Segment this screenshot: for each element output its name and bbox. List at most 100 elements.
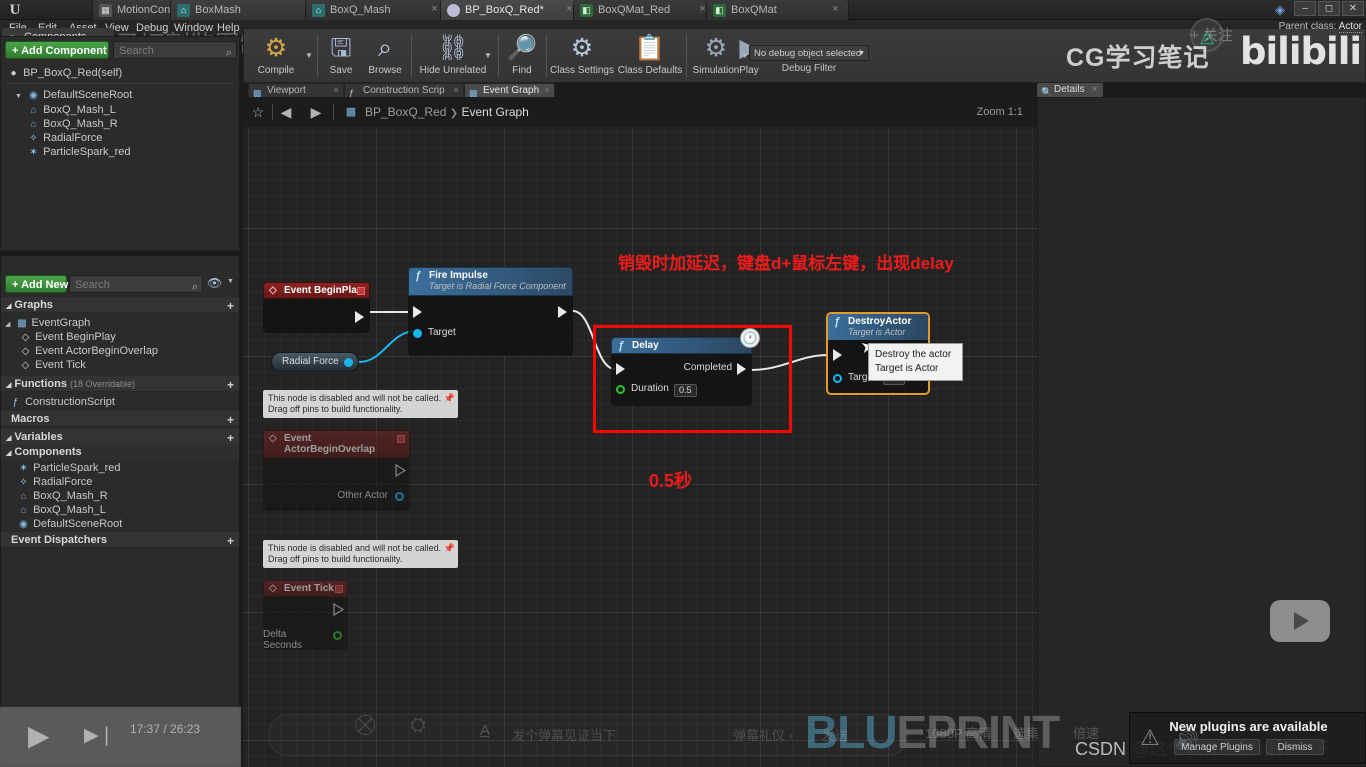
duration-input-pin[interactable] <box>616 385 625 394</box>
class-settings-button[interactable]: ⚙ Class Settings <box>549 31 615 82</box>
graph-item-event-tick[interactable]: ◇ Event Tick <box>19 358 86 372</box>
delta-seconds-output-pin[interactable] <box>333 631 342 640</box>
node-fire-impulse-header[interactable]: ƒ Fire Impulse Target is Radial Force Co… <box>408 267 573 296</box>
target-input-pin[interactable] <box>833 374 842 383</box>
node-event-actorbeginoverlap-header[interactable]: ◇ Event ActorBeginOverlap <box>263 430 410 458</box>
bookmark-icon[interactable]: ☆ <box>247 101 269 123</box>
component-item-particlespark-red[interactable]: ✶ ParticleSpark_red <box>27 145 130 159</box>
maximize-button[interactable]: ◻ <box>1318 1 1340 16</box>
section-functions[interactable]: ◢ Functions (18 Overridable) + <box>1 376 239 392</box>
node-event-tick[interactable]: ◇ Event Tick Delta Seconds <box>263 580 348 651</box>
add-component-button[interactable]: + Add Component <box>5 41 109 59</box>
class-defaults-button[interactable]: 📋 Class Defaults <box>616 31 684 82</box>
node-delay-header[interactable]: ƒ Delay <box>611 337 752 354</box>
visibility-eye-icon[interactable]: 👁 <box>207 276 222 290</box>
graph-item-eventgraph[interactable]: ◢ ▩ EventGraph <box>5 316 90 330</box>
section-event-dispatchers[interactable]: Event Dispatchers + <box>1 532 239 548</box>
event-delegate-pin[interactable] <box>335 585 343 593</box>
save-button[interactable]: 🖫 Save <box>320 31 362 82</box>
nav-forward-button[interactable]: ▶ <box>305 101 327 123</box>
exec-input-pin[interactable] <box>616 363 625 375</box>
player-quality-button[interactable]: 1080P 高清 <box>925 723 992 742</box>
pin-note-icon[interactable]: 📌 <box>444 393 455 404</box>
hide-unrelated-chevron-icon[interactable]: ▼ <box>484 51 492 60</box>
node-event-actorbeginoverlap[interactable]: ◇ Event ActorBeginOverlap Other Actor <box>263 430 410 511</box>
window-tab-4[interactable]: ◧ BoxQMat_Red × <box>573 0 716 20</box>
exec-output-pin[interactable] <box>558 306 567 318</box>
danmu-style-icon[interactable]: A̲ <box>480 722 490 739</box>
add-event-dispatcher-button[interactable]: + <box>227 533 234 549</box>
graph-item-event-actorbeginoverlap[interactable]: ◇ Event ActorBeginOverlap <box>19 344 158 358</box>
target-input-pin[interactable] <box>413 329 422 338</box>
bpcomponent-item-particlespark-red[interactable]: ✶ ParticleSpark_red <box>17 461 120 475</box>
component-item-defaultsceneroot[interactable]: ▼ ◉ DefaultSceneRoot <box>15 88 132 102</box>
radial-force-output-pin[interactable] <box>344 358 353 367</box>
myblueprint-search-input[interactable]: Search ⌕ <box>69 275 203 293</box>
doc-tab-event-graph[interactable]: ▩ Event Graph × <box>464 83 555 98</box>
details-panel-tab[interactable]: 🔍 Details × <box>1037 83 1103 97</box>
browse-button[interactable]: ⌕ Browse <box>362 31 408 82</box>
section-variables[interactable]: ◢ Variables + <box>1 429 239 445</box>
compile-options-chevron-icon[interactable]: ▼ <box>305 51 313 60</box>
node-event-beginplay[interactable]: ◇ Event BeginPlay <box>263 282 370 333</box>
hide-unrelated-button[interactable]: ⛓ Hide Unrelated <box>414 31 492 82</box>
doc-tab-construction-script[interactable]: ƒ Construction Scrip × <box>344 83 464 98</box>
add-macro-button[interactable]: + <box>227 412 234 428</box>
exec-output-pin-completed[interactable] <box>737 363 746 375</box>
player-speed-button[interactable]: 倍速 <box>1073 723 1099 742</box>
player-next-button[interactable]: ▶❘ <box>84 724 115 747</box>
close-icon[interactable]: × <box>453 84 459 98</box>
section-macros[interactable]: Macros + <box>1 411 239 427</box>
danmu-send-button[interactable]: 发送 <box>822 725 848 744</box>
close-button[interactable]: ✕ <box>1342 1 1364 16</box>
node-destroy-actor-header[interactable]: ƒ DestroyActor Target is Actor <box>828 314 928 340</box>
dismiss-button[interactable]: Dismiss <box>1266 739 1324 755</box>
function-item-constructionscript[interactable]: ƒ ConstructionScript <box>9 395 115 409</box>
close-icon[interactable]: × <box>829 3 842 16</box>
doc-tab-viewport[interactable]: ▩ Viewport × <box>248 83 344 98</box>
breadcrumb-root[interactable]: BP_BoxQ_Red <box>365 105 446 119</box>
minimize-button[interactable]: – <box>1294 1 1316 16</box>
debug-object-select[interactable]: No debug object selected ▼ <box>749 45 869 61</box>
window-tab-2[interactable]: ⌂ BoxQ_Mash × <box>305 0 448 20</box>
plugins-notification[interactable]: ⚠ 🔊 New plugins are available Manage Plu… <box>1129 712 1366 764</box>
exec-output-pin[interactable] <box>355 311 364 323</box>
bpcomponent-item-radialforce[interactable]: ✧ RadialForce <box>17 475 92 489</box>
node-delay-duration-value[interactable]: 0.5 <box>674 384 697 397</box>
node-event-tick-header[interactable]: ◇ Event Tick <box>263 580 348 597</box>
chevron-down-icon[interactable]: ▼ <box>227 278 234 285</box>
add-graph-button[interactable]: + <box>227 298 234 314</box>
play-options-chevron-icon[interactable]: ▼ <box>741 51 749 60</box>
window-tab-5[interactable]: ◧ BoxQMat × <box>706 0 849 20</box>
player-play-button[interactable]: ▶ <box>28 719 50 752</box>
nav-back-button[interactable]: ◀ <box>275 101 297 123</box>
compile-button[interactable]: ⚙ Compile <box>250 31 302 82</box>
bpcomponent-item-defaultsceneroot[interactable]: ◉ DefaultSceneRoot <box>17 517 122 531</box>
add-function-button[interactable]: + <box>227 377 234 393</box>
bpcomponent-item-boxq-mash-r[interactable]: ⌂ BoxQ_Mash_R <box>17 489 107 503</box>
component-item-self[interactable]: ● BP_BoxQ_Red(self) <box>7 66 122 80</box>
expand-arrow-icon[interactable]: ▼ <box>15 93 22 100</box>
components-search-input[interactable]: Search ⌕ <box>113 41 237 59</box>
other-actor-output-pin[interactable] <box>395 492 404 501</box>
bpcomponent-item-boxq-mash-l[interactable]: ⌂ BoxQ_Mash_L <box>17 503 105 517</box>
exec-output-pin[interactable] <box>333 603 344 616</box>
event-delegate-pin[interactable] <box>357 287 365 295</box>
node-event-beginplay-header[interactable]: ◇ Event BeginPlay <box>263 282 370 299</box>
close-icon[interactable]: × <box>544 84 550 98</box>
close-icon[interactable]: × <box>1092 83 1098 97</box>
event-delegate-pin[interactable] <box>397 435 405 443</box>
danmu-etiquette-link[interactable]: 弹幕礼仪 › <box>733 725 793 744</box>
component-item-radialforce[interactable]: ✧ RadialForce <box>27 131 102 145</box>
expand-arrow-icon[interactable]: ◢ <box>5 321 10 328</box>
player-episodes-button[interactable]: 选集 <box>1013 723 1039 742</box>
window-tab-3[interactable]: BP_BoxQ_Red* × <box>440 0 583 20</box>
exec-input-pin[interactable] <box>833 349 842 361</box>
section-components[interactable]: ◢ Components <box>1 444 239 460</box>
exec-input-pin[interactable] <box>413 306 422 318</box>
section-graphs[interactable]: ◢ Graphs + <box>1 297 239 313</box>
add-new-button[interactable]: + Add New <box>5 275 68 293</box>
component-item-boxq-mash-l[interactable]: ⌂ BoxQ_Mash_L <box>27 103 115 117</box>
event-graph-canvas[interactable]: ☆ ◀ ▶ ▩ BP_BoxQ_Red ❯ Event Graph Zoom 1… <box>243 97 1037 767</box>
node-delay[interactable]: ƒ Delay Completed Duration 0.5 🕐 <box>611 328 760 406</box>
